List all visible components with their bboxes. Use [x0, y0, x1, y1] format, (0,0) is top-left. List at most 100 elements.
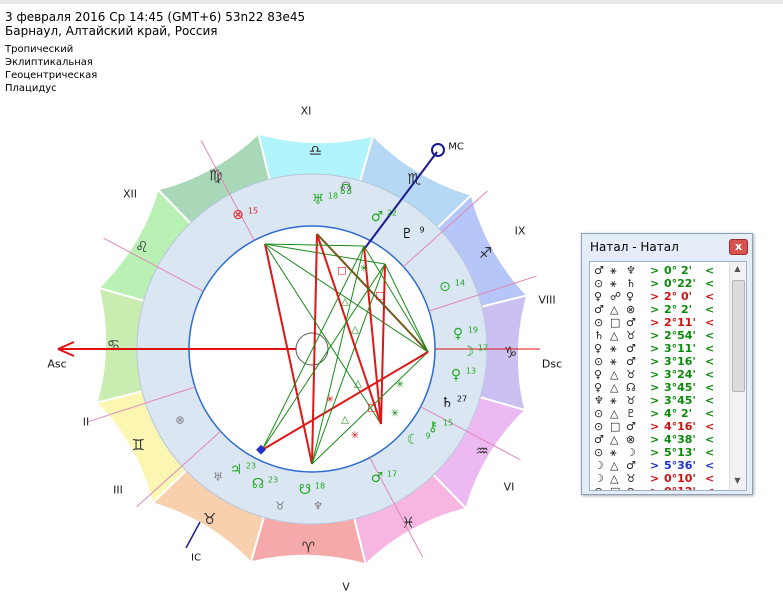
planet-icon: ♇ [401, 226, 414, 242]
zodiac-sign-icon: ♐ [479, 244, 492, 262]
aspect-row[interactable]: ♂ ⚹ ♆ >0° 2' < [592, 264, 730, 277]
orb-open-bracket: > [650, 381, 660, 394]
orb-open-bracket: > [650, 264, 660, 277]
aspect-orb-value: 2°54' [664, 329, 696, 342]
aspect-row[interactable]: ⊙ ⚹ ♂ >3°16' < [592, 355, 730, 368]
zodiac-sign-icon: ♋ [107, 337, 120, 355]
scroll-down-icon[interactable]: ▼ [732, 476, 743, 488]
scrollbar-thumb[interactable] [732, 280, 745, 392]
orb-open-bracket: > [650, 420, 660, 433]
planet-degree: 15 [443, 419, 453, 428]
planet-icon: ♆ [626, 264, 636, 277]
planet-icon: ♀ [594, 342, 603, 355]
planet-degree: 27 [457, 395, 467, 404]
orb-open-bracket: > [650, 394, 660, 407]
planet-icon: ♅ [312, 192, 325, 208]
dsc-label: Dsc [542, 358, 562, 371]
aspect-row[interactable]: ♀ △ ☊ >3°45' < [592, 381, 730, 394]
planet-degree: 14 [455, 279, 465, 288]
aspect-row[interactable]: ⊙ □ ⊗ >0°12' < [592, 485, 730, 490]
aspect-orb-value: 3°45' [664, 394, 696, 407]
orb-open-bracket: > [650, 368, 660, 381]
aspect-row[interactable]: ♄ △ ♉ >2°54' < [592, 329, 730, 342]
planet-degree: 9 [419, 226, 424, 235]
orb-close-bracket: < [705, 485, 714, 490]
zodiac-sign-icon: ♎ [309, 142, 322, 160]
orb-close-bracket: < [705, 459, 715, 472]
orb-open-bracket: > [650, 472, 660, 485]
orb-close-bracket: < [705, 433, 715, 446]
aspect-icon: ⚹ [610, 277, 617, 290]
aspect-icon: ⚹ [610, 394, 617, 407]
aspects-window[interactable]: Натал - Натал x ♂ ⚹ ♆ >0° 2' < ⊙ ⚹ ♄ >0°22' < ♀ ☍ ♀ >… [581, 233, 753, 495]
planet-icon: ☽ [626, 446, 636, 459]
aspect-row[interactable]: ♂ △ ⊗ >2° 2' < [592, 303, 730, 316]
aspect-row[interactable]: ⊙ △ ♇ >4° 2' < [592, 407, 730, 420]
aspect-orb-value: 3°11' [664, 342, 696, 355]
aspect-row[interactable]: ♀ ⚹ ♂ >3°11' < [592, 342, 730, 355]
aspect-row[interactable]: ♀ ☍ ♀ >2° 0' < [592, 290, 730, 303]
aspect-row[interactable]: ⊙ □ ♂ >4°16' < [592, 420, 730, 433]
planet-icon: ☽ [594, 472, 604, 485]
aspect-glyph: □ [337, 266, 346, 277]
planet-icon: ☽ [594, 459, 604, 472]
aspect-orb-value: 3°16' [664, 355, 696, 368]
aspect-glyph: ✳ [351, 431, 359, 442]
planet-icon: ♀ [594, 368, 603, 381]
planet-icon: ♂ [626, 316, 636, 329]
aspect-row[interactable]: ♆ ⚹ ♉ >3°45' < [592, 394, 730, 407]
planet-icon: ♂ [626, 355, 636, 368]
aspect-icon: □ [610, 316, 621, 329]
aspect-glyph: △ [341, 415, 349, 426]
aspect-orb-value: 0°12' [664, 485, 696, 490]
aspect-orb-value: 5°13' [664, 446, 696, 459]
aspect-icon: △ [610, 407, 619, 420]
orb-close-bracket: < [705, 420, 715, 433]
planet-icon: ☽ [462, 344, 475, 360]
close-button[interactable]: x [729, 239, 748, 255]
aspect-row[interactable]: ☽ △ ♂ >5°36' < [592, 459, 730, 472]
aspect-row[interactable]: ♂ △ ⊗ >4°38' < [592, 433, 730, 446]
planet-icon: ⊙ [594, 407, 604, 420]
planet-icon: ⊗ [232, 207, 244, 223]
aspect-icon: ⚹ [610, 264, 617, 277]
aspect-row[interactable]: ⊙ ⚹ ♄ >0°22' < [592, 277, 730, 290]
aspects-list[interactable]: ♂ ⚹ ♆ >0° 2' < ⊙ ⚹ ♄ >0°22' < ♀ ☍ ♀ >2° 0' < ♂ △ ⊗ >2° 2' <… [589, 261, 747, 491]
aspect-icon: △ [610, 303, 619, 316]
aspects-window-title: Натал - Натал [590, 240, 679, 254]
house-number: VIII [538, 294, 555, 307]
aspect-icon: □ [610, 485, 620, 490]
orb-close-bracket: < [705, 407, 715, 420]
planet-icon: ♀ [626, 290, 635, 303]
orb-close-bracket: < [705, 472, 715, 485]
planet-degree: 22 [387, 209, 397, 218]
scrollbar[interactable]: ▲ ▼ [729, 262, 746, 490]
orb-open-bracket: > [650, 329, 660, 342]
planet-icon: ♄ [441, 395, 454, 411]
orb-open-bracket: > [650, 316, 660, 329]
aspect-orb-value: 0°10' [664, 472, 696, 485]
planet-icon: ♂ [371, 209, 384, 225]
ic-axis-line [185, 521, 201, 549]
minor-point-icon: ⊗ [175, 414, 184, 427]
orb-open-bracket: > [650, 433, 660, 446]
aspect-row[interactable]: ♀ △ ♉ >3°24' < [592, 368, 730, 381]
minor-point-icon: ♅ [213, 471, 223, 484]
planet-icon: ⊙ [594, 316, 604, 329]
aspect-icon: △ [610, 381, 619, 394]
planet-degree: 9 [425, 432, 430, 441]
planet-icon: ♂ [626, 420, 636, 433]
aspect-row[interactable]: ⊙ □ ♂ >2°11' < [592, 316, 730, 329]
mc-circle-icon [431, 143, 445, 157]
aspect-orb-value: 4°38' [664, 433, 696, 446]
orb-close-bracket: < [705, 303, 715, 316]
scroll-up-icon[interactable]: ▲ [732, 264, 743, 276]
aspect-icon: □ [610, 420, 621, 433]
house-number: II [83, 416, 90, 429]
aspect-row[interactable]: ☽ △ ♉ >0°10' < [592, 472, 730, 485]
planet-icon: ⊙ [594, 277, 604, 290]
aspect-row[interactable]: ⊙ ⚹ ☽ >5°13' < [592, 446, 730, 459]
aspect-glyph: ✳ [326, 395, 334, 406]
orb-open-bracket: > [650, 485, 659, 490]
house-number: III [113, 484, 123, 497]
